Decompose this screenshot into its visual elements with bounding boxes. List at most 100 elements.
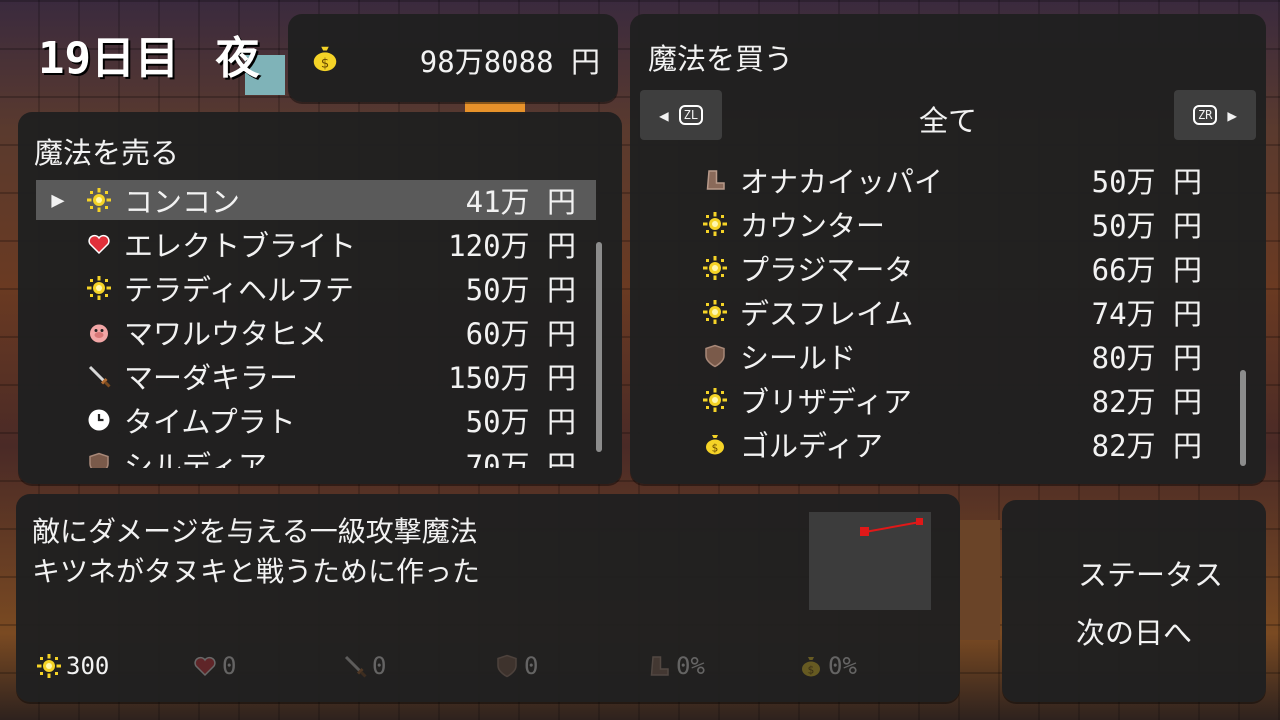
buy-item[interactable]: プラジマータ 66万 円 bbox=[702, 248, 1222, 288]
pig-icon bbox=[86, 319, 112, 345]
sell-item[interactable]: ▶ コンコン 41万 円 bbox=[36, 180, 596, 220]
day-counter: 19日目 bbox=[38, 33, 179, 84]
svg-text:$: $ bbox=[712, 443, 719, 455]
buy-item-name: ブリザディア bbox=[740, 385, 912, 419]
money-bag-icon: $ bbox=[310, 43, 340, 73]
stat-value: 0% bbox=[828, 652, 857, 680]
range-preview bbox=[809, 512, 931, 610]
buy-item-price: 82万 円 bbox=[1091, 429, 1202, 463]
svg-text:$: $ bbox=[808, 665, 815, 677]
buy-item[interactable]: シールド 80万 円 bbox=[702, 336, 1222, 376]
sell-item[interactable]: マーダキラー 150万 円 bbox=[36, 356, 596, 396]
sell-item-price: 50万 円 bbox=[465, 273, 576, 307]
sell-item-name: テラディヘルフテ bbox=[124, 273, 354, 307]
stat-value: 0 bbox=[222, 652, 237, 680]
sun-icon bbox=[702, 255, 728, 281]
stat-value: 300 bbox=[66, 652, 110, 680]
buy-item[interactable]: オナカイッパイ 50万 円 bbox=[702, 160, 1222, 200]
buy-item-price: 74万 円 bbox=[1091, 297, 1202, 331]
svg-text:$: $ bbox=[321, 56, 329, 71]
buy-item-name: オナカイッパイ bbox=[740, 165, 944, 199]
stat-boot: 0% bbox=[646, 652, 705, 680]
buy-item-name: カウンター bbox=[740, 209, 886, 243]
stat-shield: 0 bbox=[494, 652, 538, 680]
sell-item-name: タイムプラト bbox=[124, 405, 296, 439]
stat-value: 0% bbox=[676, 652, 705, 680]
sell-item-name: コンコン bbox=[124, 185, 241, 219]
next-category-button[interactable]: ZR ▶ bbox=[1174, 90, 1256, 140]
selection-cursor-icon: ▶ bbox=[51, 187, 65, 213]
shield-icon bbox=[86, 451, 112, 468]
buy-item-price: 80万 円 bbox=[1091, 341, 1202, 375]
buy-item-price: 82万 円 bbox=[1091, 385, 1202, 419]
sell-panel: 魔法を売る ▶ コンコン 41万 円エレクトブライト 120万 円テラディヘルフテ 50… bbox=[18, 112, 622, 484]
day-header: 19日目 夜 bbox=[38, 22, 259, 86]
buy-item[interactable]: $ ゴルディア 82万 円 bbox=[702, 424, 1222, 464]
sell-item-price: 50万 円 bbox=[465, 405, 576, 439]
sell-item-price: 70万 円 bbox=[465, 449, 576, 468]
stat-value: 0 bbox=[524, 652, 539, 680]
sell-item-name: マーダキラー bbox=[124, 361, 299, 395]
shield-icon bbox=[494, 653, 520, 679]
boot-icon bbox=[702, 167, 728, 193]
category-filter[interactable]: 全て bbox=[630, 98, 1266, 140]
buy-item[interactable]: カウンター 50万 円 bbox=[702, 204, 1222, 244]
buy-list: オナカイッパイ 50万 円カウンター 50万 円プラジマータ 66万 円デスフレイム 7… bbox=[702, 160, 1222, 470]
description-line-2: キツネがタヌキと戦うために作った bbox=[32, 555, 481, 588]
boot-icon bbox=[646, 653, 672, 679]
buy-item-name: シールド bbox=[740, 341, 857, 375]
range-preview-point-b bbox=[916, 518, 923, 525]
sun-icon bbox=[86, 187, 112, 213]
money-bag-icon: $ bbox=[798, 653, 824, 679]
buy-scrollbar[interactable] bbox=[1240, 370, 1246, 466]
sell-item-name: シルディア bbox=[124, 449, 267, 468]
buy-item-name: ゴルディア bbox=[740, 429, 883, 463]
sell-item[interactable]: テラディヘルフテ 50万 円 bbox=[36, 268, 596, 308]
sell-item-price: 150万 円 bbox=[448, 361, 576, 395]
buy-panel: 魔法を買う ◀ ZL 全て ZR ▶ オナカイッパイ 50万 円カウンター 50万 … bbox=[630, 14, 1266, 484]
sell-item[interactable]: タイムプラト 50万 円 bbox=[36, 400, 596, 440]
buy-item-name: プラジマータ bbox=[740, 253, 914, 287]
stat-sword: 0 bbox=[342, 652, 386, 680]
sell-item[interactable]: エレクトブライト 120万 円 bbox=[36, 224, 596, 264]
sell-item-name: マワルウタヒメ bbox=[124, 317, 328, 351]
shield-icon bbox=[702, 343, 728, 369]
description-line-1: 敵にダメージを与える一級攻撃魔法 bbox=[32, 515, 478, 548]
menu-panel: ステータス 次の日へ bbox=[1002, 500, 1266, 702]
status-button[interactable]: ステータス bbox=[1078, 552, 1223, 594]
stat-heart: 0 bbox=[192, 652, 236, 680]
sell-item[interactable]: マワルウタヒメ 60万 円 bbox=[36, 312, 596, 352]
sell-list: ▶ コンコン 41万 円エレクトブライト 120万 円テラディヘルフテ 50万 円マワル… bbox=[36, 180, 596, 468]
money-amount: 98万8088 円 bbox=[419, 45, 600, 79]
sell-item-price: 41万 円 bbox=[465, 185, 576, 219]
time-of-day: 夜 bbox=[215, 33, 260, 84]
buy-item-price: 66万 円 bbox=[1091, 253, 1202, 287]
heart-icon bbox=[192, 653, 218, 679]
sell-scrollbar-thumb[interactable] bbox=[596, 242, 602, 452]
sell-item-name: エレクトブライト bbox=[124, 229, 357, 263]
buy-item-price: 50万 円 bbox=[1091, 209, 1202, 243]
sun-icon bbox=[702, 211, 728, 237]
sword-icon bbox=[342, 653, 368, 679]
sell-scrollbar[interactable] bbox=[596, 242, 602, 452]
sell-item-price: 120万 円 bbox=[448, 229, 576, 263]
sell-item[interactable]: シルディア 70万 円 bbox=[36, 444, 596, 468]
stat-sun: 300 bbox=[36, 652, 109, 680]
next-day-button[interactable]: 次の日へ bbox=[1076, 610, 1192, 652]
sun-icon bbox=[702, 299, 728, 325]
stat-money-bag: $0% bbox=[798, 652, 857, 680]
sell-item-price: 60万 円 bbox=[465, 317, 576, 351]
buy-item[interactable]: デスフレイム 74万 円 bbox=[702, 292, 1222, 332]
range-preview-point-a bbox=[860, 527, 869, 536]
sun-icon bbox=[702, 387, 728, 413]
buy-scrollbar-thumb[interactable] bbox=[1240, 370, 1246, 466]
range-preview-graph bbox=[860, 518, 923, 536]
buy-item[interactable]: ブリザディア 82万 円 bbox=[702, 380, 1222, 420]
buy-item-name: デスフレイム bbox=[740, 297, 914, 331]
money-panel: $ 98万8088 円 bbox=[288, 14, 618, 102]
arrow-right-icon: ▶ bbox=[1227, 105, 1238, 125]
sell-title: 魔法を売る bbox=[34, 136, 180, 170]
zr-button-icon: ZR bbox=[1192, 105, 1218, 125]
stat-value: 0 bbox=[372, 652, 387, 680]
buy-title: 魔法を買う bbox=[648, 42, 794, 76]
